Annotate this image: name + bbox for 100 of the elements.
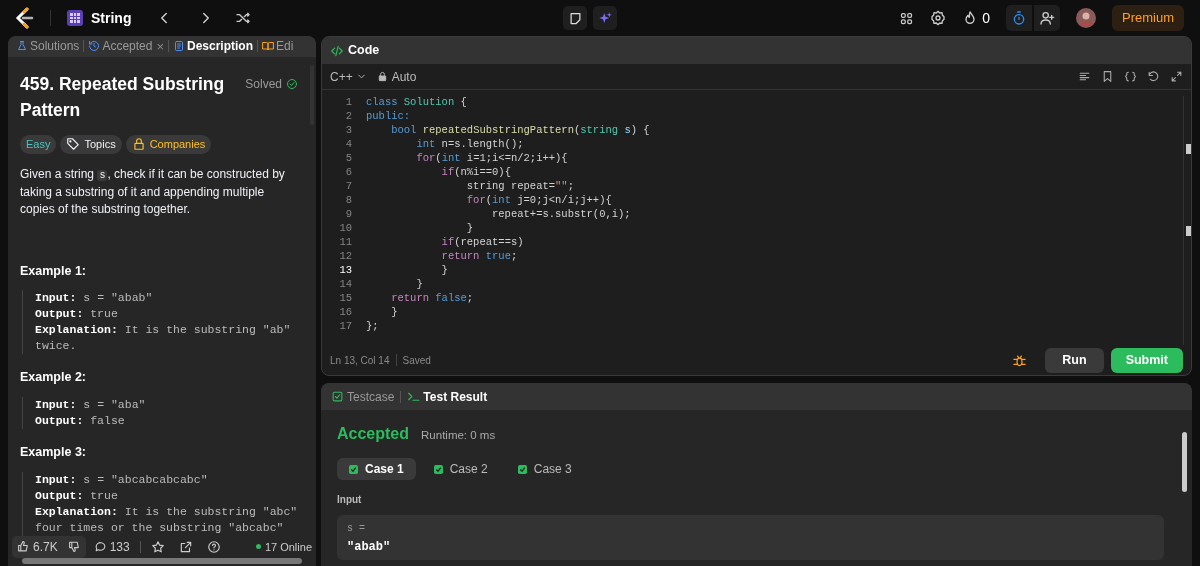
example-line: Output: true xyxy=(35,306,119,323)
panel-tab[interactable]: Accepted xyxy=(88,37,153,56)
run-button[interactable]: Run xyxy=(1045,347,1104,373)
line-number: 2 xyxy=(344,109,352,125)
help-icon[interactable] xyxy=(206,539,221,554)
panel-tab[interactable]: Solutions xyxy=(16,37,80,56)
shuffle-icon[interactable] xyxy=(235,10,252,26)
example-line: Input: s = "abcabcabcabc" xyxy=(35,471,209,488)
logo-icon[interactable] xyxy=(14,7,34,29)
tag-icon xyxy=(66,137,81,152)
code-line: int n=s.length(); xyxy=(415,137,524,153)
lock-icon xyxy=(131,137,146,152)
variable-value: "abab" xyxy=(347,539,392,556)
share-icon[interactable] xyxy=(178,539,193,554)
ai-button[interactable] xyxy=(593,6,618,30)
check-circle-icon xyxy=(286,77,298,90)
code-line: } xyxy=(440,263,448,279)
example-line: Output: false xyxy=(35,413,126,430)
example-line: Explanation: It is the substring "ab" twice. xyxy=(35,322,292,355)
line-number: 1 xyxy=(344,95,352,111)
language-dropdown[interactable]: C++ xyxy=(330,67,367,86)
runtime: Runtime: 0 ms xyxy=(421,428,496,443)
note-button[interactable] xyxy=(563,6,588,30)
code-line: if(n%i==0){ xyxy=(440,165,511,181)
scrollbar-marker xyxy=(1186,144,1191,154)
comments-button[interactable]: 133 xyxy=(93,537,130,556)
verdict: Accepted xyxy=(337,424,410,444)
line-number: 10 xyxy=(338,221,352,237)
problem-title: 459. Repeated Substring Pattern xyxy=(20,72,226,122)
problem-description: Given a string s , check if it can be constructed by taking a substring of it and appending multiple copies of the substring together. xyxy=(20,165,286,218)
result-tab[interactable]: Test Result xyxy=(407,387,488,406)
timer-button[interactable] xyxy=(1006,5,1032,31)
variable-name: s = xyxy=(347,522,366,536)
thumbs-up-icon xyxy=(17,540,30,554)
code-line: for(int j=0;j<n/i;j++){ xyxy=(465,193,612,209)
code-line: for(int i=1;i<=n/2;i++){ xyxy=(415,151,568,167)
thumbs-down-icon[interactable] xyxy=(67,540,81,554)
line-number: 17 xyxy=(338,319,352,335)
result-tab[interactable]: Testcase xyxy=(331,387,395,406)
expand-icon[interactable] xyxy=(1170,70,1183,83)
example-line: Explanation: It is the substring "abc" four times or the substring "abcabc" xyxy=(35,503,298,536)
bookmark-icon[interactable] xyxy=(1101,70,1114,83)
avatar[interactable] xyxy=(1076,8,1096,28)
example-heading: Example 3: xyxy=(20,444,87,462)
line-number: 6 xyxy=(344,165,352,181)
line-number: 5 xyxy=(344,151,352,167)
case-tab[interactable]: Case 2 xyxy=(421,458,500,480)
reset-icon[interactable] xyxy=(1147,70,1160,83)
premium-button[interactable]: Premium xyxy=(1112,5,1184,31)
code-line: bool repeatedSubstringPattern(string s) { xyxy=(390,123,650,139)
case-tab[interactable]: Case 1 xyxy=(337,458,416,480)
case-tab[interactable]: Case 3 xyxy=(505,458,584,480)
code-icon xyxy=(330,43,344,58)
braces-icon[interactable] xyxy=(1124,70,1137,83)
checkbox-icon xyxy=(331,390,344,403)
line-number: 13 xyxy=(338,263,352,279)
mode-label[interactable]: Auto xyxy=(376,67,417,86)
book-icon xyxy=(262,40,275,53)
scrollbar-marker xyxy=(1186,226,1191,236)
panel-tab[interactable]: Description xyxy=(173,37,254,56)
layout-icon[interactable] xyxy=(899,10,915,26)
invite-button[interactable] xyxy=(1034,5,1060,31)
tag-chip[interactable]: Topics xyxy=(60,134,122,154)
solved-status: Solved xyxy=(245,74,298,93)
terminal-icon xyxy=(407,390,421,403)
online-count: 17 Online xyxy=(255,538,312,556)
code-line: repeat+=s.substr(0,i); xyxy=(491,207,631,223)
close-tab-button[interactable]: × xyxy=(156,36,164,57)
example-line: Input: s = "aba" xyxy=(35,397,147,414)
line-number: 7 xyxy=(344,179,352,195)
add-user-icon xyxy=(1039,10,1055,26)
code-line: }; xyxy=(366,319,379,335)
code-line: return false; xyxy=(390,291,474,307)
scrollbar-thumb xyxy=(1181,432,1187,492)
code-line: public: xyxy=(366,109,411,125)
example-line: Output: true xyxy=(35,487,119,504)
note-icon xyxy=(567,10,583,26)
format-icon[interactable] xyxy=(1078,70,1091,83)
line-number: 9 xyxy=(344,207,352,223)
tag-chip[interactable]: Easy xyxy=(20,134,57,154)
settings-icon[interactable] xyxy=(930,10,947,26)
document-icon xyxy=(173,40,185,53)
bug-icon[interactable] xyxy=(1012,352,1028,368)
stopwatch-icon xyxy=(1011,10,1027,26)
example-heading: Example 1: xyxy=(20,262,87,280)
cursor-position: Ln 13, Col 14 xyxy=(330,353,390,368)
input-label: Input xyxy=(337,493,363,507)
problem-list-button[interactable]: String xyxy=(67,7,132,29)
lock-icon xyxy=(376,71,388,82)
example-heading: Example 2: xyxy=(20,369,87,387)
star-icon[interactable] xyxy=(150,539,165,554)
line-number: 8 xyxy=(344,193,352,209)
comment-icon xyxy=(93,540,107,554)
streak-counter[interactable]: 0 xyxy=(962,7,990,29)
panel-tab[interactable]: Edi xyxy=(262,37,294,56)
code-line: } xyxy=(390,305,398,321)
history-icon xyxy=(88,40,101,53)
line-number: 11 xyxy=(338,235,352,251)
tag-chip[interactable]: Companies xyxy=(125,134,212,154)
line-number: 14 xyxy=(338,277,352,293)
